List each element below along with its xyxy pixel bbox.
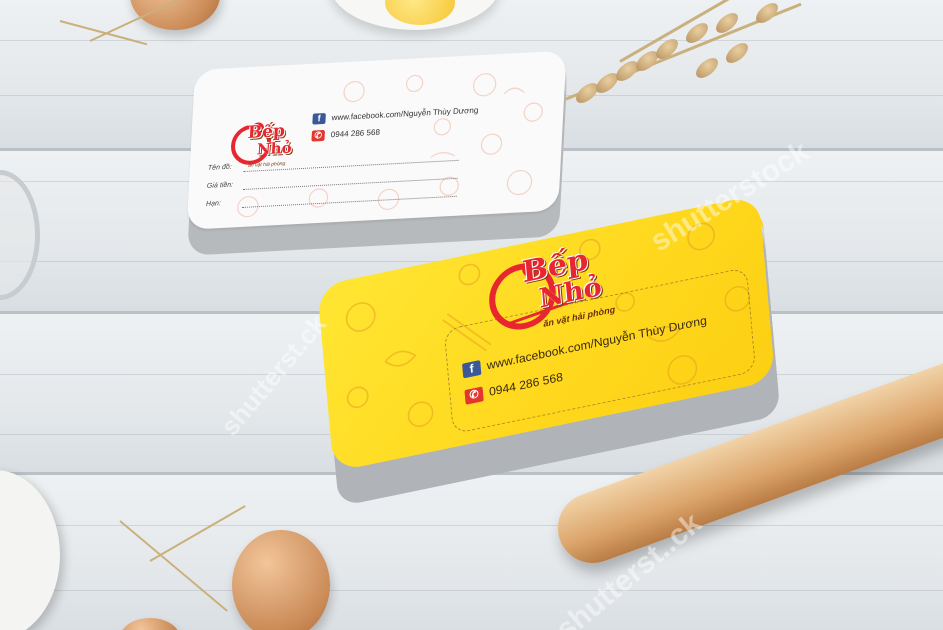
wood-plank <box>0 475 943 630</box>
photo-scene: Bếp Nhỏ ăn vặt hải phòng f www.facebook.c… <box>0 0 943 630</box>
field-label: Tên đồ: <box>207 163 232 172</box>
logo-text-nho: Nhỏ <box>256 138 293 159</box>
field-label: Hạn: <box>205 200 221 208</box>
phone-icon: ✆ <box>311 129 326 142</box>
phone-text: 0944 286 568 <box>330 127 381 140</box>
field-label: Giá tiền: <box>206 181 234 190</box>
facebook-icon: f <box>312 112 326 125</box>
egg <box>232 530 330 630</box>
